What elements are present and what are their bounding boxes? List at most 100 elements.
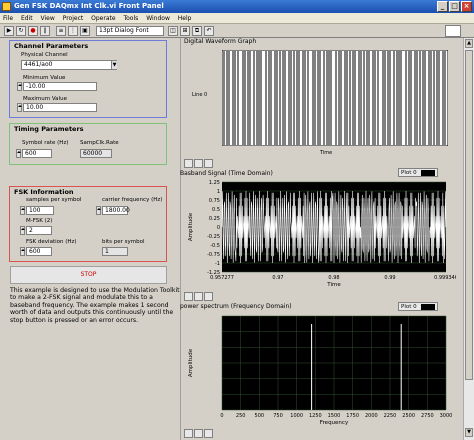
window-title-bar[interactable]: Gen FSK DAQmx Int Clk.vi Front Panel _ □… bbox=[0, 0, 474, 13]
symbol-rate-label: Symbol rate (Hz) bbox=[22, 140, 69, 146]
digital-waveform-graph-title: Digital Waveform Graph bbox=[184, 38, 257, 45]
plot-legend-1-swatch bbox=[421, 169, 436, 176]
time-y-tick: 0.25 bbox=[209, 216, 220, 222]
graph2-palette bbox=[184, 292, 214, 302]
vertical-scrollbar[interactable]: ▲ ▼ bbox=[463, 38, 474, 440]
fsk-deviation-stepper[interactable] bbox=[20, 247, 25, 256]
scroll-down-icon[interactable]: ▼ bbox=[465, 428, 473, 437]
resize-icon[interactable]: ▣ bbox=[80, 26, 90, 36]
time-y-tick: 0 bbox=[217, 225, 220, 231]
close-button[interactable]: × bbox=[461, 1, 472, 12]
undo-icon[interactable]: ↶ bbox=[204, 26, 214, 36]
menu-tools[interactable]: Tools bbox=[120, 13, 141, 24]
freq-x-tick: 750 bbox=[273, 413, 283, 419]
layers-icon[interactable]: ⧉ bbox=[192, 26, 202, 36]
channel-parameters-title: Channel Parameters bbox=[14, 42, 89, 50]
time-y-tick: -0.75 bbox=[207, 252, 220, 258]
minimum-value-field[interactable]: -10.00 bbox=[23, 82, 97, 91]
menu-project[interactable]: Project bbox=[60, 13, 87, 24]
fsk-deviation-label: FSK deviation (Hz) bbox=[26, 239, 77, 245]
maximum-value-stepper[interactable] bbox=[17, 103, 22, 112]
freq-x-tick: 2000 bbox=[365, 413, 378, 419]
power-spectrum-graph-title: power spectrum (Frequency Domain) bbox=[180, 303, 292, 310]
freq-x-tick: 0 bbox=[220, 413, 223, 419]
cursor-icon[interactable] bbox=[184, 292, 193, 301]
time-x-tick: 0.957277 bbox=[210, 275, 234, 281]
freq-y-label: Amplitude bbox=[188, 348, 194, 377]
freq-x-label: Frequency bbox=[320, 420, 349, 426]
carrier-frequency-label: carrier frequency (Hz) bbox=[102, 197, 163, 203]
stop-button[interactable]: STOP bbox=[10, 266, 167, 284]
vi-icon bbox=[445, 25, 461, 37]
menu-operate[interactable]: Operate bbox=[88, 13, 118, 24]
time-y-tick: 0.5 bbox=[212, 207, 220, 213]
plot-legend-2-swatch bbox=[421, 303, 436, 310]
run-arrow-icon[interactable]: ▶ bbox=[4, 26, 14, 36]
distribute-icon[interactable]: ⋮ bbox=[68, 26, 78, 36]
carrier-frequency-stepper[interactable] bbox=[96, 206, 101, 215]
time-x-tick: 0.98 bbox=[328, 275, 339, 281]
digital-waveform-x-label: Time bbox=[320, 150, 333, 156]
menu-file[interactable]: File bbox=[0, 13, 16, 24]
physical-channel-label: Physical Channel bbox=[21, 52, 68, 58]
pan-hand-icon[interactable] bbox=[204, 159, 213, 168]
samples-per-symbol-field[interactable]: 100 bbox=[26, 206, 54, 215]
minimize-button[interactable]: _ bbox=[437, 1, 448, 12]
cursor-icon[interactable] bbox=[184, 159, 193, 168]
basband-signal-graph: 1.25 1 0.75 0.5 0.25 0 -0.25 -0.5 -0.75 -1 -1.25 0.… bbox=[184, 178, 456, 288]
time-x-tick: 0.999346 bbox=[434, 275, 456, 281]
time-y-tick: 0.75 bbox=[209, 198, 220, 204]
cursor-icon[interactable] bbox=[184, 429, 193, 438]
menu-help[interactable]: Help bbox=[175, 13, 195, 24]
zoom-icon[interactable] bbox=[194, 159, 203, 168]
samples-per-symbol-stepper[interactable] bbox=[20, 206, 25, 215]
carrier-frequency-field[interactable]: 1800.00 bbox=[102, 206, 130, 215]
maximum-value-label: Maximum Value bbox=[23, 96, 67, 102]
m-fsk-field[interactable]: 2 bbox=[26, 226, 52, 235]
app-icon bbox=[2, 2, 11, 11]
menu-bar: File Edit View Project Operate Tools Win… bbox=[0, 13, 474, 24]
line-0-label: Line 0 bbox=[192, 92, 208, 98]
freq-x-tick: 1500 bbox=[328, 413, 341, 419]
basband-signal-graph-title: Basband Signal (Time Domain) bbox=[180, 170, 273, 177]
plot-legend-2-name: Plot 0 bbox=[401, 304, 417, 310]
scroll-up-icon[interactable]: ▲ bbox=[465, 39, 473, 48]
maximum-value-field[interactable]: 10.00 bbox=[23, 103, 97, 112]
plot-legend-2[interactable]: Plot 0 bbox=[398, 302, 439, 311]
freq-x-tick: 250 bbox=[236, 413, 246, 419]
sampclk-rate-field: 60000 bbox=[80, 149, 112, 158]
digital-waveform-graph: Line 0 Time bbox=[184, 46, 456, 158]
scroll-thumb[interactable] bbox=[465, 50, 473, 380]
maximize-button[interactable]: □ bbox=[449, 1, 460, 12]
power-spectrum-plot: 0 250 500 750 1000 1250 1500 1750 2000 2250 2500 27… bbox=[188, 315, 453, 426]
symbol-rate-field[interactable]: 600 bbox=[22, 149, 52, 158]
minimum-value-stepper[interactable] bbox=[17, 82, 22, 91]
freq-x-tick: 3000 bbox=[440, 413, 453, 419]
font-selector[interactable]: 13pt Dialog Font bbox=[96, 26, 164, 36]
menu-edit[interactable]: Edit bbox=[18, 13, 36, 24]
physical-channel-field[interactable]: 4461/ao0 bbox=[21, 60, 117, 70]
reorder-icon[interactable]: ◫ bbox=[168, 26, 178, 36]
freq-x-tick: 1000 bbox=[290, 413, 303, 419]
pan-hand-icon[interactable] bbox=[204, 292, 213, 301]
plot-legend-1[interactable]: Plot 0 bbox=[398, 168, 439, 177]
pan-hand-icon[interactable] bbox=[204, 429, 213, 438]
fsk-deviation-field[interactable]: 600 bbox=[26, 247, 52, 256]
timing-parameters-title: Timing Parameters bbox=[14, 125, 84, 133]
minimum-value-label: Minimum Value bbox=[23, 75, 66, 81]
pause-icon[interactable]: ∥ bbox=[40, 26, 50, 36]
abort-icon[interactable]: ● bbox=[28, 26, 38, 36]
menu-view[interactable]: View bbox=[38, 13, 58, 24]
zoom-icon[interactable] bbox=[194, 292, 203, 301]
menu-window[interactable]: Window bbox=[143, 13, 173, 24]
freq-x-tick: 2750 bbox=[421, 413, 434, 419]
m-fsk-stepper[interactable] bbox=[20, 226, 25, 235]
time-y-tick: -0.5 bbox=[210, 243, 220, 249]
run-continuous-icon[interactable]: ↻ bbox=[16, 26, 26, 36]
time-x-tick: 0.99 bbox=[384, 275, 395, 281]
chevron-down-icon[interactable]: ▼ bbox=[111, 61, 117, 69]
symbol-rate-stepper[interactable] bbox=[16, 149, 21, 158]
zoom-icon[interactable] bbox=[194, 429, 203, 438]
align-icon[interactable]: ≡ bbox=[56, 26, 66, 36]
order-icon[interactable]: ⊞ bbox=[180, 26, 190, 36]
